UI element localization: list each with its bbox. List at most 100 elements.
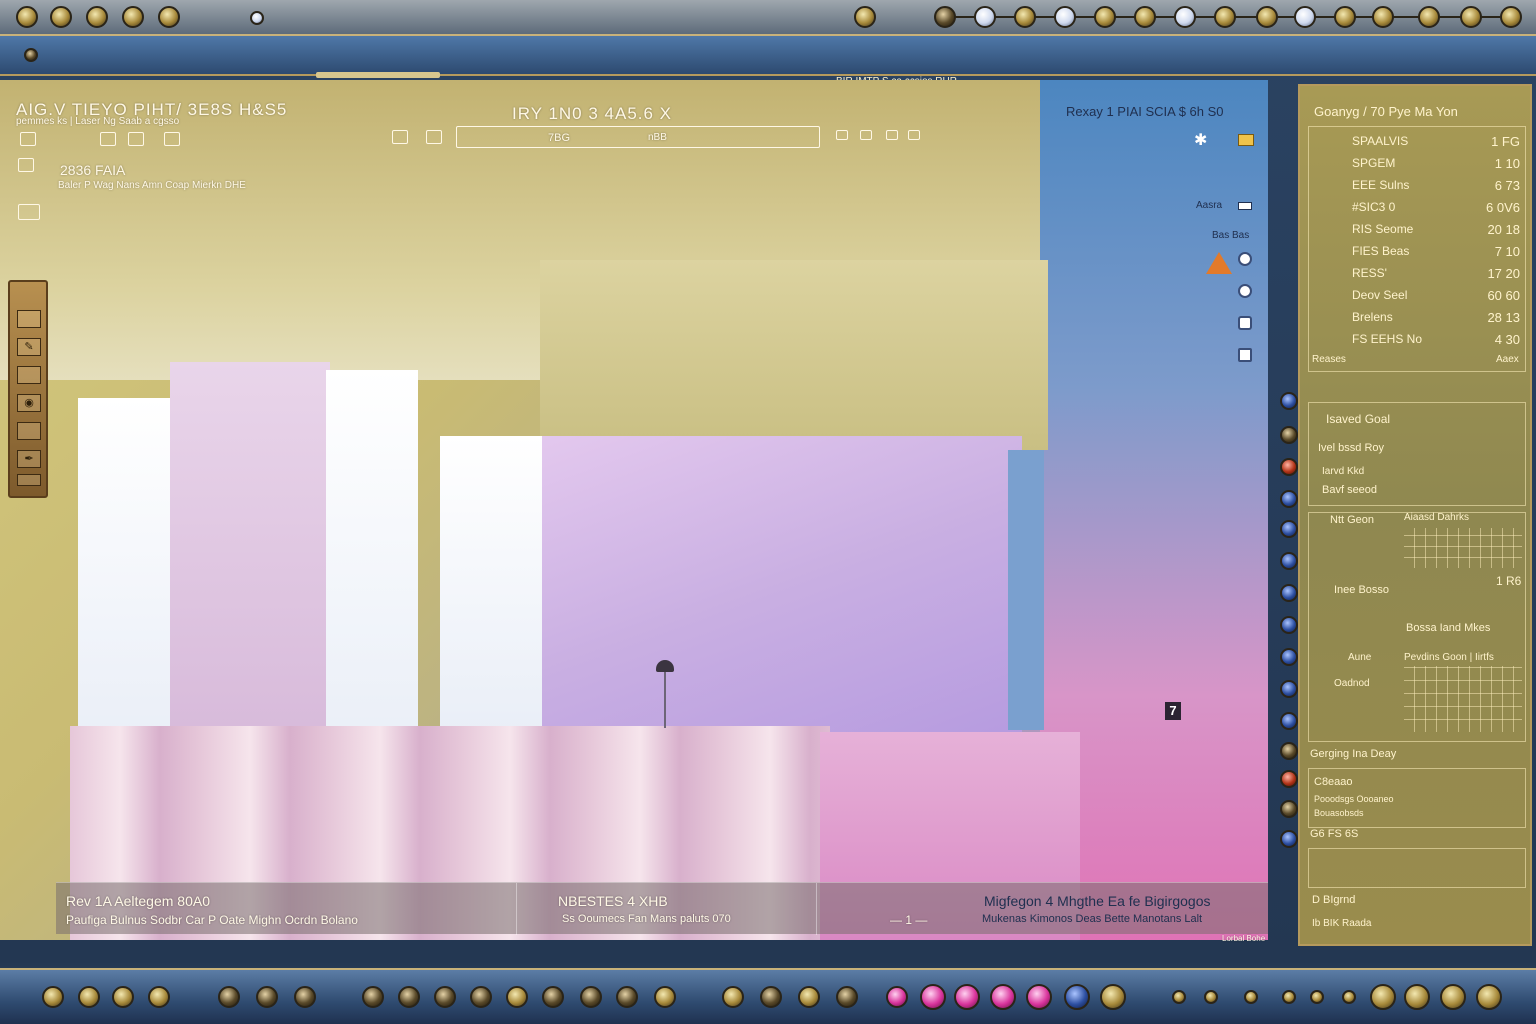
bead-3[interactable] bbox=[1280, 458, 1298, 476]
bead-7[interactable] bbox=[1280, 584, 1298, 602]
bknob-1[interactable] bbox=[42, 986, 64, 1008]
bknob-9[interactable] bbox=[398, 986, 420, 1008]
knob-13[interactable] bbox=[1134, 6, 1156, 28]
group3-item-1[interactable]: C8eaao bbox=[1314, 776, 1353, 788]
tool-measure-icon[interactable] bbox=[18, 158, 34, 172]
knob-1[interactable] bbox=[16, 6, 38, 28]
group1-item-2[interactable]: Iarvd Kkd bbox=[1322, 466, 1364, 477]
bknob-29[interactable] bbox=[1204, 990, 1218, 1004]
group1-item-1[interactable]: Ivel bssd Roy bbox=[1318, 442, 1384, 454]
tool-frame-icon[interactable] bbox=[164, 132, 180, 146]
shield-icon[interactable] bbox=[1238, 316, 1252, 330]
bknob-10[interactable] bbox=[434, 986, 456, 1008]
scene-viewport[interactable]: AIG.V TIEYO PIHT/ 3E8S H&S5 pemmes ks | … bbox=[0, 80, 1268, 940]
knob-3[interactable] bbox=[86, 6, 108, 28]
bknob-36[interactable] bbox=[1440, 984, 1466, 1010]
bknob-18[interactable] bbox=[760, 986, 782, 1008]
tool-view-a-icon[interactable] bbox=[836, 130, 848, 140]
bknob-23[interactable] bbox=[954, 984, 980, 1010]
tool-grid-icon[interactable] bbox=[100, 132, 116, 146]
bknob-14[interactable] bbox=[580, 986, 602, 1008]
bead-11[interactable] bbox=[1280, 712, 1298, 730]
bknob-27[interactable] bbox=[1100, 984, 1126, 1010]
group3-item-3[interactable]: Bouasobsds bbox=[1314, 808, 1364, 818]
knob-10[interactable] bbox=[1014, 6, 1036, 28]
tool-image-icon[interactable] bbox=[18, 204, 40, 220]
knob-11[interactable] bbox=[1054, 6, 1076, 28]
bead-5[interactable] bbox=[1280, 520, 1298, 538]
bknob-34[interactable] bbox=[1370, 984, 1396, 1010]
knob-8[interactable] bbox=[934, 6, 956, 28]
knob-4[interactable] bbox=[122, 6, 144, 28]
bknob-24[interactable] bbox=[990, 984, 1016, 1010]
bead-13[interactable] bbox=[1280, 770, 1298, 788]
tool-select-icon[interactable] bbox=[20, 132, 36, 146]
bead-15[interactable] bbox=[1280, 830, 1298, 848]
alert-toggle[interactable] bbox=[1238, 202, 1252, 210]
palette-more-icon[interactable] bbox=[17, 474, 41, 486]
bknob-26[interactable] bbox=[1064, 984, 1090, 1010]
knob-5[interactable] bbox=[158, 6, 180, 28]
bead-14[interactable] bbox=[1280, 800, 1298, 818]
palette-pen-icon[interactable]: ✒ bbox=[17, 450, 41, 468]
knob-15[interactable] bbox=[1214, 6, 1236, 28]
knob-12[interactable] bbox=[1094, 6, 1116, 28]
bknob-6[interactable] bbox=[256, 986, 278, 1008]
bead-10[interactable] bbox=[1280, 680, 1298, 698]
knob-19[interactable] bbox=[1372, 6, 1394, 28]
tool-view-b-icon[interactable] bbox=[860, 130, 872, 140]
knob-22[interactable] bbox=[1500, 6, 1522, 28]
panel-footer-b[interactable]: Ib BIK Raada bbox=[1312, 918, 1371, 929]
palette-pan-icon[interactable] bbox=[17, 366, 41, 384]
bknob-28[interactable] bbox=[1172, 990, 1186, 1004]
bknob-30[interactable] bbox=[1244, 990, 1258, 1004]
bead-4[interactable] bbox=[1280, 490, 1298, 508]
group1-item-3[interactable]: Bavf seeod bbox=[1322, 484, 1377, 496]
palette-brush-icon[interactable]: ✎ bbox=[17, 338, 41, 356]
bknob-19[interactable] bbox=[798, 986, 820, 1008]
bknob-7[interactable] bbox=[294, 986, 316, 1008]
knob-9[interactable] bbox=[974, 6, 996, 28]
bknob-8[interactable] bbox=[362, 986, 384, 1008]
group3-item-2[interactable]: Pooodsgs Oooaneo bbox=[1314, 794, 1394, 804]
bknob-31[interactable] bbox=[1282, 990, 1296, 1004]
palette-crop-icon[interactable] bbox=[17, 422, 41, 440]
bknob-15[interactable] bbox=[616, 986, 638, 1008]
palette-rect-icon[interactable] bbox=[17, 310, 41, 328]
knob-20[interactable] bbox=[1418, 6, 1440, 28]
knob-16[interactable] bbox=[1256, 6, 1278, 28]
knob-18[interactable] bbox=[1334, 6, 1356, 28]
bknob-13[interactable] bbox=[542, 986, 564, 1008]
bknob-20[interactable] bbox=[836, 986, 858, 1008]
tool-box-icon[interactable] bbox=[426, 130, 442, 144]
bknob-17[interactable] bbox=[722, 986, 744, 1008]
bead-1[interactable] bbox=[1280, 392, 1298, 410]
tool-layer-icon[interactable] bbox=[128, 132, 144, 146]
group2-item[interactable]: Inee Bosso bbox=[1334, 584, 1389, 596]
bknob-11[interactable] bbox=[470, 986, 492, 1008]
bknob-35[interactable] bbox=[1404, 984, 1430, 1010]
group2-item-2[interactable]: Bossa Iand Mkes bbox=[1406, 622, 1490, 634]
bknob-32[interactable] bbox=[1310, 990, 1324, 1004]
bknob-33[interactable] bbox=[1342, 990, 1356, 1004]
knob-2[interactable] bbox=[50, 6, 72, 28]
bead-9[interactable] bbox=[1280, 648, 1298, 666]
bknob-4[interactable] bbox=[148, 986, 170, 1008]
palette-eye-icon[interactable]: ◉ bbox=[17, 394, 41, 412]
knob-21[interactable] bbox=[1460, 6, 1482, 28]
bead-8[interactable] bbox=[1280, 616, 1298, 634]
radio-a-icon[interactable] bbox=[1238, 252, 1252, 266]
knob-17[interactable] bbox=[1294, 6, 1316, 28]
tool-field-icon[interactable] bbox=[456, 126, 820, 148]
bknob-5[interactable] bbox=[218, 986, 240, 1008]
bead-12[interactable] bbox=[1280, 742, 1298, 760]
bknob-16[interactable] bbox=[654, 986, 676, 1008]
panel-footer-a[interactable]: D BIgrnd bbox=[1312, 894, 1355, 906]
bknob-37[interactable] bbox=[1476, 984, 1502, 1010]
folder-icon[interactable] bbox=[1238, 134, 1254, 146]
bknob-3[interactable] bbox=[112, 986, 134, 1008]
doc-icon[interactable] bbox=[1238, 348, 1252, 362]
tool-lock-icon[interactable] bbox=[392, 130, 408, 144]
bead-6[interactable] bbox=[1280, 552, 1298, 570]
bknob-25[interactable] bbox=[1026, 984, 1052, 1010]
